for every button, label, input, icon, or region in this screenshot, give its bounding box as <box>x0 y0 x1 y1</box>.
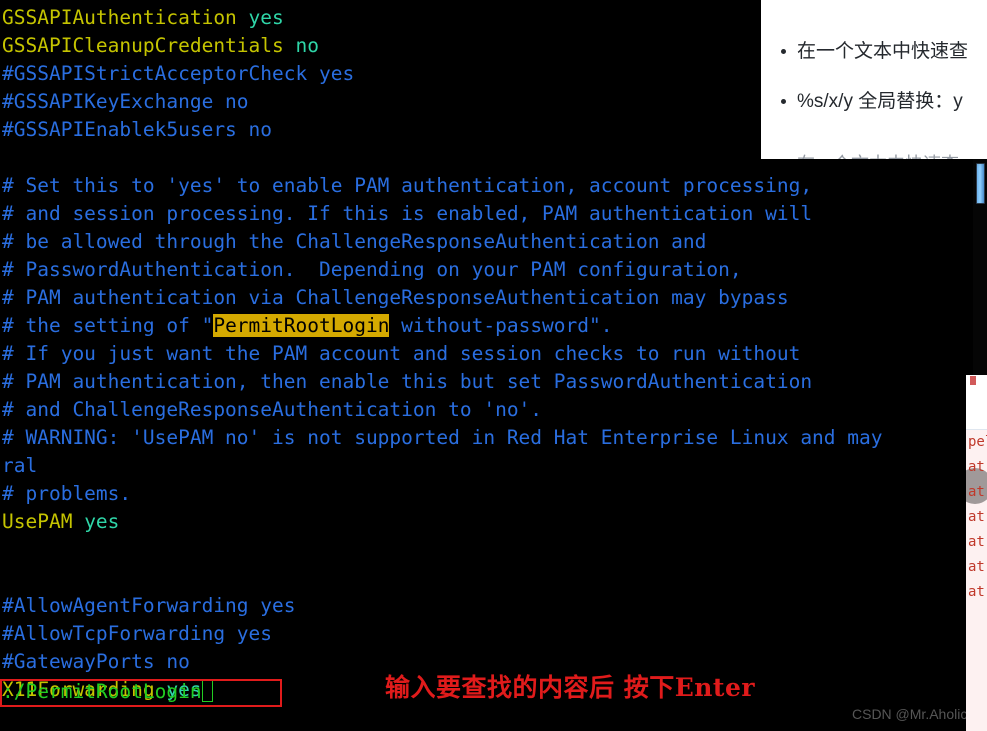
terminal-line: # PAM authentication, then enable this b… <box>2 368 987 396</box>
config-comment: # If you just want the PAM account and s… <box>2 342 801 365</box>
config-comment: # WARNING: 'UsePAM no' is not supported … <box>2 426 883 449</box>
terminal-line: #AllowTcpForwarding yes <box>2 620 987 648</box>
terminal-line: UsePAM yes <box>2 508 987 536</box>
config-comment: #AllowAgentForwarding yes <box>2 594 296 617</box>
config-key: GSSAPIAuthentication <box>2 6 237 29</box>
config-comment: #AllowTcpForwarding yes <box>2 622 273 645</box>
slide-faint-line: 在一个文本中快速查 <box>797 150 959 159</box>
slide-bullet-list: 在一个文本中快速查 %s/x/y 全局替换：y <box>761 0 987 116</box>
wrapped-line: ral <box>2 454 38 477</box>
config-value: yes <box>236 6 284 29</box>
config-comment: #GSSAPIStrictAcceptorCheck yes <box>2 62 355 85</box>
terminal-line: # problems. <box>2 480 987 508</box>
terminal-line: # Set this to 'yes' to enable PAM authen… <box>2 172 987 200</box>
terminal-line: # and session processing. If this is ena… <box>2 200 987 228</box>
config-value: yes <box>72 510 120 533</box>
config-comment: # and ChallengeResponseAuthentication to… <box>2 398 543 421</box>
terminal-line: ral <box>2 452 987 480</box>
terminal-line: #AllowAgentForwarding yes <box>2 592 987 620</box>
side-panel-line: at <box>968 559 985 575</box>
terminal-line: # PasswordAuthentication. Depending on y… <box>2 256 987 284</box>
side-panel-header <box>966 375 987 390</box>
config-comment: #GSSAPIEnablek5users no <box>2 118 273 141</box>
side-panel-text-lines: pel at at at at at at <box>966 430 987 605</box>
list-item: 在一个文本中快速查 <box>781 38 987 66</box>
side-panel-line: at <box>968 584 985 600</box>
config-comment: # PAM authentication via ChallengeRespon… <box>2 286 789 309</box>
terminal-line: # WARNING: 'UsePAM no' is not supported … <box>2 424 987 452</box>
config-comment: # and session processing. If this is ena… <box>2 202 813 225</box>
vertical-scrollbar-thumb[interactable] <box>976 163 985 204</box>
side-panel-line: at <box>968 534 985 550</box>
config-comment: # Set this to 'yes' to enable PAM authen… <box>2 174 813 197</box>
list-item: %s/x/y 全局替换：y <box>781 88 987 116</box>
vim-command-line[interactable]: :/PermitRootLogin <box>2 678 213 706</box>
command-line-text: :/PermitRootLogin <box>2 680 202 703</box>
config-key: UsePAM <box>2 510 73 533</box>
terminal-line: # be allowed through the ChallengeRespon… <box>2 228 987 256</box>
config-comment: # be allowed through the ChallengeRespon… <box>2 230 707 253</box>
config-comment: #GSSAPIKeyExchange no <box>2 90 249 113</box>
terminal-screen: GSSAPIAuthentication yes GSSAPICleanupCre… <box>0 0 987 731</box>
config-value: no <box>283 34 320 57</box>
side-panel-line: pel <box>968 434 987 450</box>
side-panel-header-mark <box>970 376 976 385</box>
terminal-line: # PAM authentication via ChallengeRespon… <box>2 284 987 312</box>
side-panel-line: at <box>968 459 985 475</box>
side-panel-strip <box>966 389 987 430</box>
slide-overlay-panel: 在一个文本中快速查 %s/x/y 全局替换：y 在一个文本中快速查 <box>761 0 987 159</box>
config-comment: without-password". <box>389 314 613 337</box>
side-panel-line: at <box>968 509 985 525</box>
terminal-line: # the setting of "PermitRootLogin withou… <box>2 312 987 340</box>
config-comment: #GatewayPorts no <box>2 650 190 673</box>
annotation-text: 输入要查找的内容后 按下Enter <box>385 673 756 702</box>
watermark-text: CSDN @Mr.Aholic <box>852 706 968 722</box>
config-comment: # PasswordAuthentication. Depending on y… <box>2 258 742 281</box>
terminal-line: # If you just want the PAM account and s… <box>2 340 987 368</box>
search-match-highlight: PermitRootLogin <box>213 314 390 337</box>
config-comment: # the setting of " <box>2 314 214 337</box>
side-panel-sliver: pel at at at at at at <box>966 375 987 731</box>
config-key: GSSAPICleanupCredentials <box>2 34 284 57</box>
block-cursor-icon <box>201 680 213 702</box>
config-comment: # PAM authentication, then enable this b… <box>2 370 813 393</box>
side-panel-line: at <box>968 484 985 500</box>
terminal-line: # and ChallengeResponseAuthentication to… <box>2 396 987 424</box>
config-comment: # problems. <box>2 482 132 505</box>
